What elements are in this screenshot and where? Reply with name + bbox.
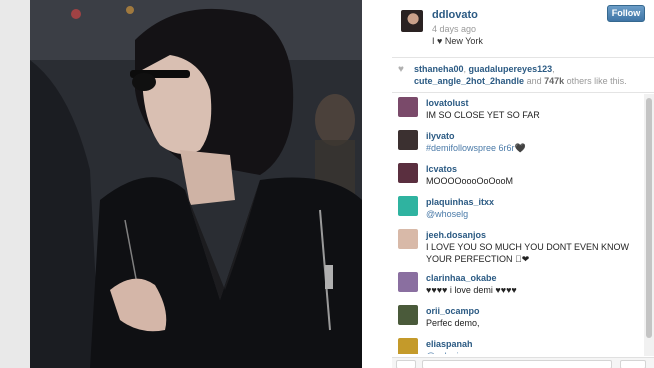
post-header: ddlovato 4 days ago I ♥ New York Follow: [392, 0, 654, 58]
avatar[interactable]: [398, 338, 418, 354]
like-button[interactable]: [396, 360, 416, 368]
comment-username[interactable]: plaquinhas_itxx: [426, 193, 644, 208]
comments-list: lovatolust IM SO CLOSE YET SO FAR ilyvato #…: [392, 94, 644, 354]
post-location[interactable]: I ♥ New York: [432, 36, 483, 46]
post-photo[interactable]: [30, 0, 362, 368]
left-gutter: [0, 0, 30, 368]
comment-username[interactable]: ilyvato: [426, 127, 644, 142]
likes-text: sthaneha00, guadalupereyes123, cute_angl…: [414, 64, 627, 86]
list-item: eliaspanah@salgai: [398, 335, 644, 354]
likes-section: ♥ sthaneha00, guadalupereyes123, cute_an…: [392, 59, 654, 93]
list-item: ilyvato #demifollowspree 6r6r🖤: [398, 127, 644, 154]
comments-scrollbar[interactable]: [644, 94, 654, 356]
comment-text[interactable]: #demifollowspree 6r6r🖤: [426, 142, 638, 154]
comment-text[interactable]: @whoselg: [426, 208, 638, 220]
avatar[interactable]: [398, 130, 418, 150]
avatar[interactable]: [398, 305, 418, 325]
comment-text: IM SO CLOSE YET SO FAR: [426, 110, 540, 120]
heart-icon[interactable]: ♥: [398, 64, 404, 75]
avatar[interactable]: [398, 229, 418, 249]
likes-suffix: others like this.: [566, 76, 627, 86]
avatar[interactable]: [401, 10, 423, 32]
list-item: plaquinhas_itxx @whoselg: [398, 193, 644, 220]
likes-and: and: [526, 76, 542, 86]
comment-text: I LOVE YOU SO MUCH YOU DONT EVEN KNOW YO…: [426, 242, 630, 264]
post-timestamp: 4 days ago: [432, 24, 477, 34]
post-panel: ddlovato 4 days ago I ♥ New York Follow …: [392, 0, 654, 368]
photo-illustration: [30, 0, 362, 368]
more-button[interactable]: [620, 360, 646, 368]
like-user-link[interactable]: cute_angle_2hot_2handle: [414, 76, 524, 86]
comment-username[interactable]: lovatolust: [426, 94, 644, 109]
comment-text: ♥♥♥♥ i love demi ♥♥♥♥: [426, 285, 517, 295]
avatar[interactable]: [398, 97, 418, 117]
avatar[interactable]: [398, 163, 418, 183]
comment-username[interactable]: jeeh.dosanjos: [426, 226, 644, 241]
list-item: orii_ocampo Perfec demo,: [398, 302, 644, 329]
comment-username[interactable]: eliaspanah: [426, 335, 644, 350]
comment-username[interactable]: clarinhaa_okabe: [426, 269, 644, 284]
post-username[interactable]: ddlovato: [432, 9, 478, 21]
avatar[interactable]: [398, 196, 418, 216]
divider: [362, 0, 392, 368]
comment-input[interactable]: [422, 360, 612, 368]
comment-text: MOOOOoooOoOooM: [426, 176, 514, 186]
avatar[interactable]: [398, 272, 418, 292]
comment-text: Perfec demo,: [426, 318, 480, 328]
list-item: lovatolust IM SO CLOSE YET SO FAR: [398, 94, 644, 121]
list-item: clarinhaa_okabe ♥♥♥♥ i love demi ♥♥♥♥: [398, 269, 644, 296]
like-user-link[interactable]: guadalupereyes123: [469, 64, 553, 74]
bottom-action-bar: [392, 357, 654, 368]
like-user-link[interactable]: sthaneha00: [414, 64, 464, 74]
likes-count[interactable]: 747k: [544, 76, 564, 86]
comment-text[interactable]: @salgai: [426, 350, 638, 354]
comment-username[interactable]: lcvatos: [426, 160, 644, 175]
list-item: jeeh.dosanjos I LOVE YOU SO MUCH YOU DONT…: [398, 226, 644, 265]
follow-button[interactable]: Follow: [607, 5, 645, 22]
comment-username[interactable]: orii_ocampo: [426, 302, 644, 317]
list-item: lcvatos MOOOOoooOoOooM: [398, 160, 644, 187]
scrollbar-thumb[interactable]: [646, 98, 652, 338]
